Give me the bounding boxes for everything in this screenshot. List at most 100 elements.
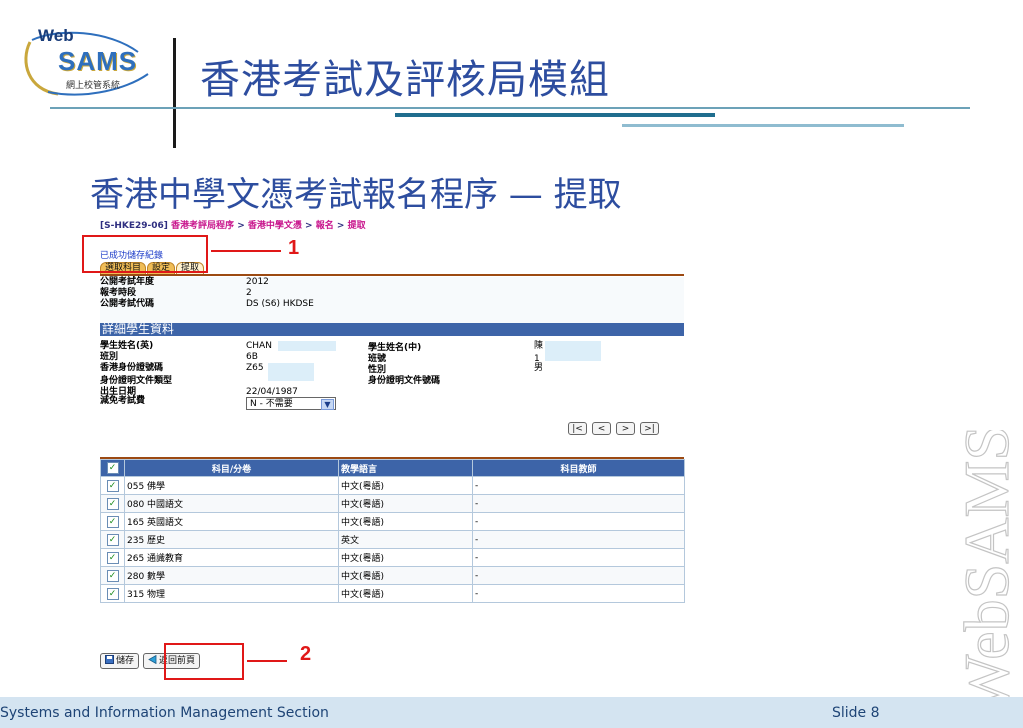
subject-cell: 055 佛學	[124, 476, 339, 495]
row-checkbox[interactable]: ✓	[106, 479, 119, 492]
teacher-cell: -	[472, 494, 685, 513]
hkid-value: Z65	[246, 363, 264, 373]
exam-session-label: 報考時段	[100, 288, 137, 298]
table-header-row: ✓ 科目/分卷 教學語言 科目教師	[100, 459, 685, 477]
breadcrumb-item[interactable]: 報名	[316, 221, 334, 231]
class-no-label: 班號	[368, 354, 387, 364]
callout-number-1: 1	[288, 237, 300, 259]
name-zh-label: 學生姓名(中)	[368, 343, 422, 353]
fee-label: 減免考試費	[100, 396, 146, 406]
class-value: 6B	[246, 352, 258, 362]
table-row: ✓ 165 英國語文 中文(粵語) -	[100, 512, 685, 531]
subject-cell: 265 通識教育	[124, 548, 339, 567]
table-row: ✓ 055 佛學 中文(粵語) -	[100, 476, 685, 495]
websams-watermark: WebSAMS	[950, 430, 1022, 716]
screen-id: [S-HKE29-06]	[100, 221, 168, 231]
teacher-cell: -	[472, 476, 685, 495]
subject-cell: 315 物理	[124, 584, 339, 603]
callout-box-1	[82, 235, 208, 273]
exam-year-label: 公開考試年度	[100, 277, 155, 287]
fee-exemption-value: N - 不需要	[250, 399, 293, 409]
subjects-table: ✓ 科目/分卷 教學語言 科目教師 ✓ 055 佛學 中文(粵語) - ✓ 08…	[100, 459, 685, 603]
save-button-label: 儲存	[116, 656, 135, 666]
previous-record-button[interactable]: <	[592, 422, 611, 435]
column-header-language: 教學語言	[338, 459, 473, 477]
subject-cell: 165 英國語文	[124, 512, 339, 531]
sex-label: 性別	[368, 365, 387, 375]
hkid-label: 香港身份證號碼	[100, 363, 164, 373]
slide-subtitle: 香港中學文憑考試報名程序 — 提取	[90, 175, 622, 215]
teacher-cell: -	[472, 548, 685, 567]
breadcrumb-item[interactable]: 香港中學文憑	[248, 221, 302, 231]
websams-logo: Web SAMS 網上校管系統	[18, 22, 173, 102]
dob-value: 22/04/1987	[246, 387, 298, 397]
row-checkbox[interactable]: ✓	[106, 551, 119, 564]
row-checkbox[interactable]: ✓	[106, 515, 119, 528]
next-record-button[interactable]: >	[616, 422, 635, 435]
callout-line-1	[211, 250, 281, 252]
class-label: 班別	[100, 352, 119, 362]
arrow-left-icon	[148, 654, 157, 665]
exam-info: 公開考試年度 2012 報考時段 2 公開考試代碼 DS (S6) HKDSE	[100, 277, 684, 323]
table-row: ✓ 280 數學 中文(粵語) -	[100, 566, 685, 585]
teacher-cell: -	[472, 566, 685, 585]
subject-cell: 280 數學	[124, 566, 339, 585]
table-row: ✓ 315 物理 中文(粵語) -	[100, 584, 685, 603]
language-cell: 中文(粵語)	[338, 566, 473, 585]
subject-cell: 235 歷史	[124, 530, 339, 549]
header-rule	[50, 107, 970, 109]
chevron-down-icon: ▼	[321, 399, 334, 410]
floppy-disk-icon	[105, 655, 114, 664]
teacher-cell: -	[472, 584, 685, 603]
redaction-mask	[545, 341, 602, 361]
exam-year-value: 2012	[246, 277, 269, 287]
last-record-button[interactable]: >|	[640, 422, 659, 435]
table-row: ✓ 265 通識教育 中文(粵語) -	[100, 548, 685, 567]
fee-exemption-select[interactable]: N - 不需要 ▼	[246, 397, 336, 410]
select-all-cell[interactable]: ✓	[100, 459, 125, 477]
sex-value: 男	[534, 363, 544, 373]
language-cell: 中文(粵語)	[338, 584, 473, 603]
row-checkbox[interactable]: ✓	[106, 569, 119, 582]
name-zh-value: 陳	[534, 341, 544, 351]
footer-organisation: Systems and Information Management Secti…	[0, 705, 329, 721]
logo-sams-text: SAMS	[58, 46, 138, 76]
first-record-button[interactable]: |<	[568, 422, 587, 435]
callout-line-2	[247, 660, 287, 662]
callout-number-2: 2	[300, 643, 312, 665]
exam-code-value: DS (S6) HKDSE	[246, 299, 314, 309]
row-checkbox[interactable]: ✓	[106, 497, 119, 510]
row-checkbox[interactable]: ✓	[106, 587, 119, 600]
language-cell: 中文(粵語)	[338, 512, 473, 531]
language-cell: 中文(粵語)	[338, 494, 473, 513]
column-header-subject: 科目/分卷	[124, 459, 339, 477]
header-rule-accent	[395, 113, 715, 117]
callout-box-2	[164, 643, 244, 680]
breadcrumb-current: 提取	[347, 221, 366, 231]
tab-underline	[100, 274, 684, 276]
logo-subtitle: 網上校管系統	[66, 81, 121, 91]
subject-cell: 080 中國語文	[124, 494, 339, 513]
table-row: ✓ 235 歷史 英文 -	[100, 530, 685, 549]
teacher-cell: -	[472, 530, 685, 549]
id-no-label: 身份證明文件號碼	[368, 376, 441, 386]
language-cell: 中文(粵語)	[338, 476, 473, 495]
breadcrumb-item[interactable]: 香港考評局程序	[171, 221, 234, 231]
app-screenshot: [S-HKE29-06] 香港考評局程序 > 香港中學文憑 > 報名 > 提取 …	[92, 213, 685, 673]
slide-title: 香港考試及評核局模組	[200, 57, 610, 103]
slide-number: Slide 8	[832, 705, 880, 721]
name-en-value: CHAN	[246, 341, 272, 351]
select-all-checkbox[interactable]: ✓	[106, 462, 119, 474]
breadcrumb: [S-HKE29-06] 香港考評局程序 > 香港中學文憑 > 報名 > 提取	[100, 221, 366, 231]
exam-session-value: 2	[246, 288, 252, 298]
save-button[interactable]: 儲存	[100, 653, 140, 669]
column-header-teacher: 科目教師	[472, 459, 685, 477]
row-checkbox[interactable]: ✓	[106, 533, 119, 546]
logo-web-text: Web	[38, 26, 74, 45]
header-divider	[173, 38, 176, 148]
header-rule-light	[622, 124, 904, 127]
exam-code-label: 公開考試代碼	[100, 299, 155, 309]
teacher-cell: -	[472, 512, 685, 531]
redaction-mask	[277, 341, 336, 351]
name-en-label: 學生姓名(英)	[100, 341, 154, 351]
